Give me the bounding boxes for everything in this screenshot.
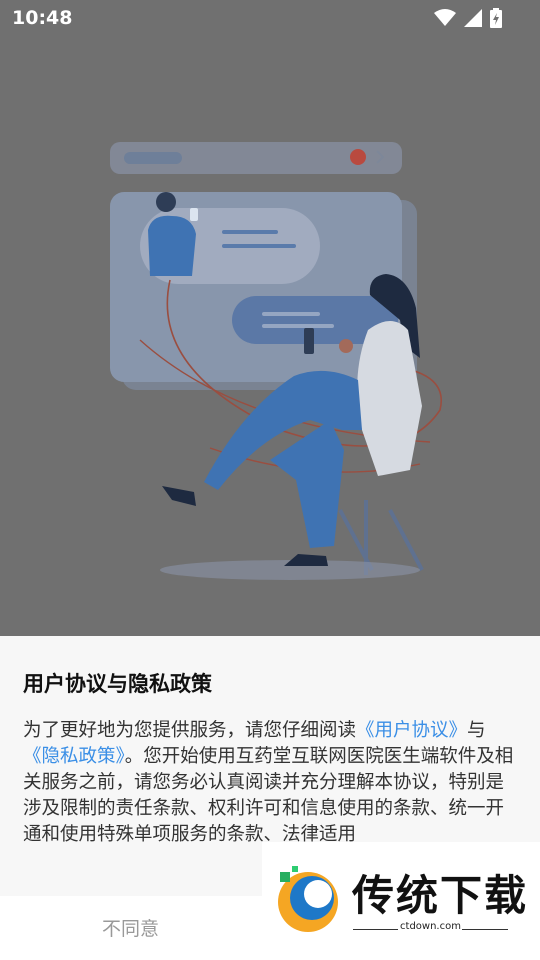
disagree-button[interactable]: 不同意 [102,914,159,941]
chat-illustration [110,142,442,580]
signal-icon [464,9,482,27]
watermark-logo-icon [278,866,338,932]
privacy-policy-link[interactable]: 《隐私政策》 [23,746,125,767]
status-bar: 10:48 [0,0,540,36]
watermark-divider-right [462,929,508,930]
watermark-url: ctdown.com [400,921,461,932]
status-icons [434,8,502,28]
battery-icon [490,8,502,28]
status-time: 10:48 [12,7,73,29]
body-text-intro: 为了更好地为您提供服务，请您仔细阅读 [23,720,357,741]
user-agreement-link[interactable]: 《用户协议》 [356,720,467,741]
body-text-and: 与 [467,720,486,741]
dialog-title: 用户协议与隐私政策 [23,672,212,696]
wifi-icon [434,9,456,26]
watermark-brand: 传统下载 [352,871,529,920]
